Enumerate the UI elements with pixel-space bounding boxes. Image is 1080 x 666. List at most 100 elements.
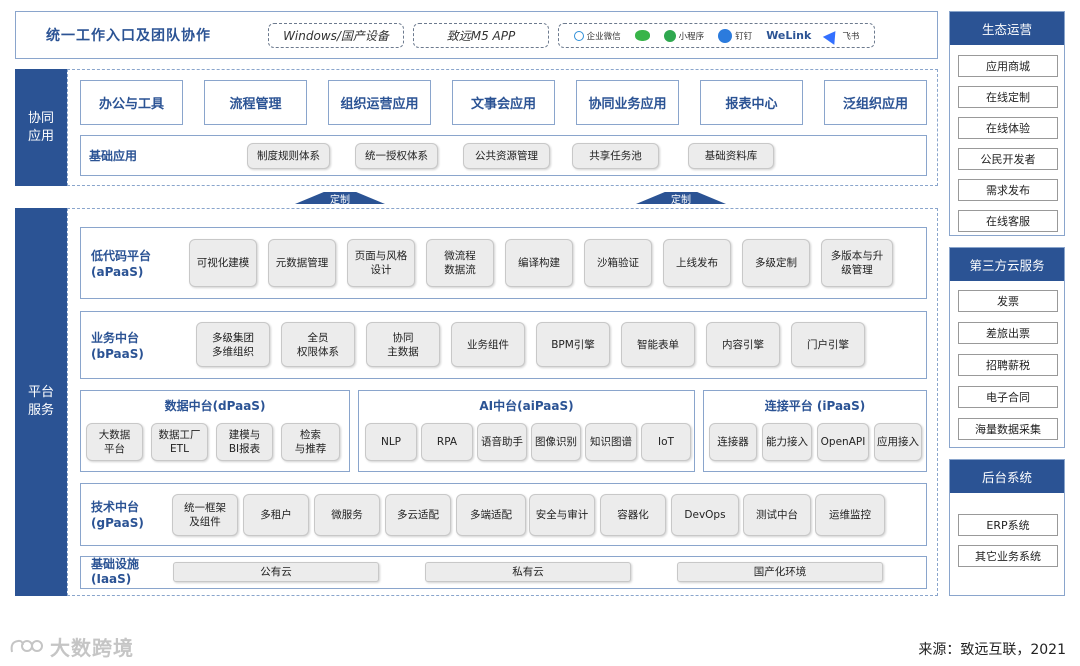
- ipaas-openapi[interactable]: OpenAPI: [817, 423, 869, 461]
- bpaas-content-engine[interactable]: 内容引擎: [706, 322, 780, 367]
- client-dingtalk-label: 钉钉: [735, 31, 753, 42]
- apaas-multiversion[interactable]: 多版本与升 级管理: [821, 239, 893, 287]
- client-dingtalk: 钉钉: [718, 28, 753, 43]
- aipaas-voice-assistant[interactable]: 语音助手: [477, 423, 527, 461]
- bpaas-smart-form[interactable]: 智能表单: [621, 322, 695, 367]
- cloud-invoice[interactable]: 发票: [958, 290, 1058, 312]
- ipaas-title: 连接平台 (iPaaS): [764, 399, 866, 413]
- client-wechat: [634, 30, 650, 41]
- backend-other-business[interactable]: 其它业务系统: [958, 545, 1058, 567]
- apaas-release[interactable]: 上线发布: [663, 239, 731, 287]
- gpaas-framework[interactable]: 统一框架 及组件: [172, 494, 238, 536]
- dpaas-etl[interactable]: 数据工厂 ETL: [151, 423, 208, 461]
- miniprogram-icon: [663, 29, 676, 42]
- dpaas-title: 数据中台(dPaaS): [164, 399, 266, 413]
- gpaas-devops[interactable]: DevOps: [671, 494, 739, 536]
- entry-windows: Windows/国产设备: [268, 23, 404, 48]
- bpaas-master-data[interactable]: 协同 主数据: [366, 322, 440, 367]
- eco-online-trial[interactable]: 在线体验: [958, 117, 1058, 139]
- collab-app-label: 协同 应用: [15, 69, 67, 186]
- gpaas-ops-monitor[interactable]: 运维监控: [815, 494, 885, 536]
- gpaas-multi-terminal[interactable]: 多端适配: [456, 494, 526, 536]
- eco-app-store[interactable]: 应用商城: [958, 55, 1058, 77]
- eco-citizen-developer[interactable]: 公民开发者: [958, 148, 1058, 170]
- base-rule-system[interactable]: 制度规则体系: [247, 143, 330, 169]
- base-app-title: 基础应用: [89, 149, 138, 163]
- dpaas-bi-report[interactable]: 建模与 BI报表: [216, 423, 273, 461]
- aipaas-nlp[interactable]: NLP: [365, 423, 417, 461]
- apaas-sandbox[interactable]: 沙箱验证: [584, 239, 652, 287]
- watermark-logo-icon: [10, 639, 43, 652]
- wecom-icon: [573, 30, 584, 41]
- gpaas-multi-cloud[interactable]: 多云适配: [385, 494, 451, 536]
- wechat-icon: [634, 30, 650, 41]
- bpaas-bpm-engine[interactable]: BPM引擎: [536, 322, 610, 367]
- watermark-logo: 大数跨境: [8, 632, 134, 661]
- dpaas-search-recommend[interactable]: 检索 与推荐: [281, 423, 340, 461]
- client-miniprogram-label: 小程序: [678, 31, 705, 42]
- eco-online-custom[interactable]: 在线定制: [958, 86, 1058, 108]
- cloud-hr-payroll[interactable]: 招聘薪税: [958, 354, 1058, 376]
- bpaas-business-component[interactable]: 业务组件: [451, 322, 525, 367]
- app-org-operation[interactable]: 组织运营应用: [328, 80, 431, 125]
- aipaas-title: AI中台(aiPaaS): [479, 399, 574, 413]
- aipaas-rpa[interactable]: RPA: [421, 423, 473, 461]
- third-party-cloud-panel: 第三方云服务 发票 差旅出票 招聘薪税 电子合同 海量数据采集: [949, 247, 1065, 448]
- base-auth-system[interactable]: 统一授权体系: [355, 143, 438, 169]
- aipaas-image-recognition[interactable]: 图像识别: [531, 423, 581, 461]
- apaas-multilevel-custom[interactable]: 多级定制: [742, 239, 810, 287]
- eco-operation-title: 生态运营: [950, 12, 1064, 45]
- gpaas-test-center[interactable]: 测试中台: [743, 494, 811, 536]
- gpaas-multi-tenant[interactable]: 多租户: [243, 494, 309, 536]
- base-data-library[interactable]: 基础资料库: [688, 143, 774, 169]
- platform-service-label: 平台 服务: [15, 208, 67, 596]
- app-report-center[interactable]: 报表中心: [700, 80, 803, 125]
- aipaas-knowledge-graph[interactable]: 知识图谱: [585, 423, 637, 461]
- cloud-data-collect[interactable]: 海量数据采集: [958, 418, 1058, 440]
- apaas-page-style-design[interactable]: 页面与风格 设计: [347, 239, 415, 287]
- apaas-visual-modeling[interactable]: 可视化建模: [189, 239, 257, 287]
- iaas-title: 基础设施 (IaaS): [91, 557, 140, 586]
- customize-arrow-right: 定制: [636, 192, 726, 204]
- iaas-domestic-env[interactable]: 国产化环境: [677, 562, 883, 582]
- cloud-e-contract[interactable]: 电子合同: [958, 386, 1058, 408]
- gpaas-microservice[interactable]: 微服务: [314, 494, 380, 536]
- base-public-resource[interactable]: 公共资源管理: [463, 143, 550, 169]
- client-feishu-label: 飞书: [842, 31, 860, 42]
- ipaas-capability-access[interactable]: 能力接入: [762, 423, 812, 461]
- backend-system-title: 后台系统: [950, 460, 1064, 493]
- client-wecom: 企业微信: [573, 30, 621, 42]
- base-task-pool[interactable]: 共享任务池: [572, 143, 659, 169]
- aipaas-iot[interactable]: IoT: [641, 423, 691, 461]
- bpaas-portal-engine[interactable]: 门户引擎: [791, 322, 865, 367]
- app-document-meeting[interactable]: 文事会应用: [452, 80, 555, 125]
- app-process-mgmt[interactable]: 流程管理: [204, 80, 307, 125]
- dpaas-bigdata[interactable]: 大数据 平台: [86, 423, 143, 461]
- cloud-travel-ticket[interactable]: 差旅出票: [958, 322, 1058, 344]
- gpaas-security-audit[interactable]: 安全与审计: [529, 494, 595, 536]
- gpaas-containerization[interactable]: 容器化: [600, 494, 666, 536]
- entry-clients: 企业微信 小程序 钉钉 WeLink 飞书: [558, 23, 875, 48]
- iaas-private-cloud[interactable]: 私有云: [425, 562, 631, 582]
- gpaas-title: 技术中台 (gPaaS): [91, 500, 144, 530]
- source-note: 来源：致远互联，2021: [918, 642, 1066, 658]
- app-office-tools[interactable]: 办公与工具: [80, 80, 183, 125]
- apaas-microflow[interactable]: 微流程 数据流: [426, 239, 494, 287]
- iaas-public-cloud[interactable]: 公有云: [173, 562, 379, 582]
- apaas-compile-build[interactable]: 编译构建: [505, 239, 573, 287]
- bpaas-multi-org[interactable]: 多级集团 多维组织: [196, 322, 270, 367]
- backend-system-panel: 后台系统 ERP系统 其它业务系统: [949, 459, 1065, 596]
- app-pan-org[interactable]: 泛组织应用: [824, 80, 927, 125]
- app-collab-business[interactable]: 协同业务应用: [576, 80, 679, 125]
- entry-title: 统一工作入口及团队协作: [46, 28, 211, 44]
- customize-arrow-left: 定制: [295, 192, 385, 204]
- ipaas-connector[interactable]: 连接器: [709, 423, 757, 461]
- bpaas-title: 业务中台 (bPaaS): [91, 331, 144, 361]
- client-wecom-label: 企业微信: [586, 31, 621, 42]
- eco-online-service[interactable]: 在线客服: [958, 210, 1058, 232]
- bpaas-permission[interactable]: 全员 权限体系: [281, 322, 355, 367]
- apaas-metadata-mgmt[interactable]: 元数据管理: [268, 239, 336, 287]
- backend-erp[interactable]: ERP系统: [958, 514, 1058, 536]
- ipaas-app-access[interactable]: 应用接入: [874, 423, 922, 461]
- eco-demand-publish[interactable]: 需求发布: [958, 179, 1058, 201]
